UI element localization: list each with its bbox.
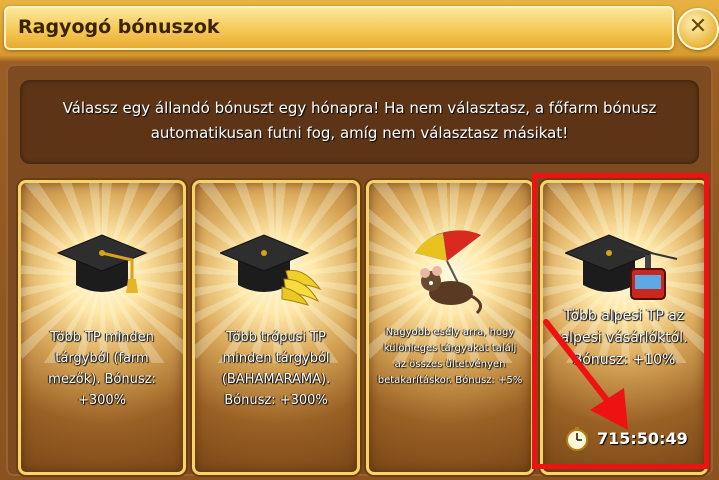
title-bar: Ragyogó bónuszok — [4, 6, 674, 50]
card-text: Nagyobb esély arra, hogy különleges tárg… — [377, 327, 523, 386]
bonus-card-alpine[interactable]: Több alpesi TP az alpesi vásárlóktól. Bó… — [540, 180, 708, 475]
intro-text: Válassz egy állandó bónuszt egy hónapra!… — [62, 99, 657, 142]
window-title: Ragyogó bónuszok — [18, 16, 220, 38]
bonus-card-special-items[interactable]: Nagyobb esély arra, hogy különleges tárg… — [366, 180, 534, 475]
graduation-cap-banana-icon — [220, 234, 322, 306]
card-text: Több alpesi TP az alpesi vásárlóktól. Bó… — [560, 308, 688, 368]
graduation-cap-icon — [56, 234, 148, 293]
bonus-card-bahamarama[interactable]: Több trópusi TP minden tárgyból (BAHAMAR… — [192, 180, 360, 475]
timer-value: 715:50:49 — [597, 429, 688, 448]
graduation-cap-cable-car-icon — [565, 234, 678, 300]
bonus-window: Ragyogó bónuszok ✕ Válassz egy állandó b… — [0, 0, 719, 480]
close-button[interactable]: ✕ — [677, 8, 719, 50]
card-text: Több trópusi TP minden tárgyból (BAHAMAR… — [221, 330, 331, 408]
intro-box: Válassz egy állandó bónuszt egy hónapra!… — [20, 80, 699, 164]
close-icon: ✕ — [688, 14, 708, 39]
countdown-timer: 715:50:49 — [565, 427, 695, 451]
stopwatch-icon — [566, 427, 588, 451]
bonus-card-farm[interactable]: Több TP minden tárgyból (farm mezők). Bó… — [18, 180, 186, 475]
card-text: Több TP minden tárgyból (farm mezők). Bó… — [48, 330, 156, 408]
mouse-umbrella-icon — [415, 230, 483, 315]
